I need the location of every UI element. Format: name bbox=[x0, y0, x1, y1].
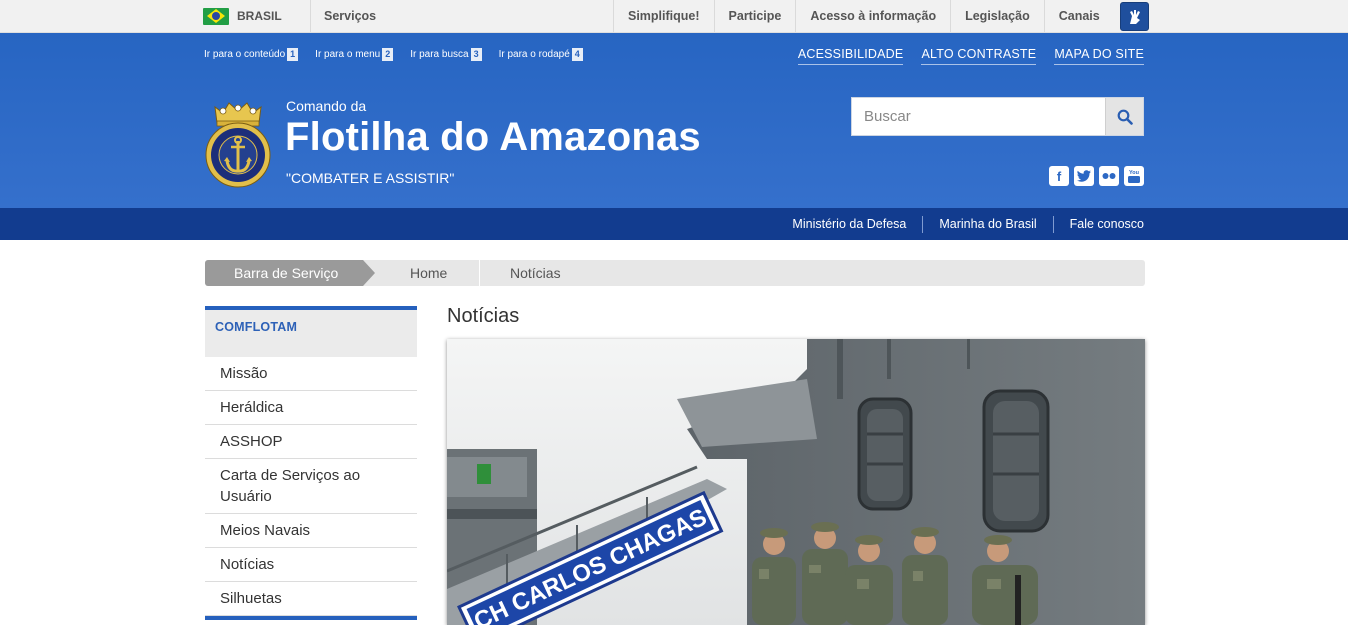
youtube-icon[interactable]: You bbox=[1124, 166, 1144, 186]
top-nav-bar: Ministério da Defesa Marinha do Brasil F… bbox=[0, 208, 1348, 240]
servicos-link[interactable]: Serviços bbox=[324, 0, 376, 32]
gov-link-participe[interactable]: Participe bbox=[713, 0, 796, 32]
skip-link-footer[interactable]: Ir para o rodapé 4 bbox=[499, 48, 583, 61]
skip-link-label: Ir para o menu bbox=[315, 49, 381, 60]
gov-links: Simplifique! Participe Acesso à informaç… bbox=[613, 0, 1348, 32]
twitter-icon[interactable] bbox=[1074, 166, 1094, 186]
accessibility-links: ACESSIBILIDADE ALTO CONTRASTE MAPA DO SI… bbox=[797, 47, 1144, 65]
sidebar-item-noticias[interactable]: Notícias bbox=[205, 548, 417, 582]
vlibras-hand-icon[interactable] bbox=[1120, 2, 1149, 31]
accesskey-badge: 1 bbox=[287, 48, 299, 61]
site-motto: "COMBATER E ASSISTIR" bbox=[286, 170, 455, 186]
search-button[interactable] bbox=[1105, 98, 1143, 135]
nav-marinha-brasil[interactable]: Marinha do Brasil bbox=[922, 215, 1052, 233]
site-pre-title: Comando da bbox=[286, 98, 367, 114]
gov-link-acesso-informacao[interactable]: Acesso à informação bbox=[795, 0, 950, 32]
brazil-flag-icon bbox=[203, 7, 229, 25]
breadcrumb-label: Barra de Serviço bbox=[205, 260, 375, 286]
sidebar-next-section bbox=[205, 616, 417, 620]
search-input[interactable] bbox=[852, 98, 1106, 135]
skip-link-label: Ir para busca bbox=[410, 49, 469, 60]
brasil-link[interactable]: BRASIL bbox=[203, 0, 282, 32]
skip-links: Ir para o conteúdo 1 Ir para o menu 2 Ir p… bbox=[204, 48, 583, 61]
marinha-emblem-logo[interactable] bbox=[205, 99, 271, 191]
gov-link-canais[interactable]: Canais bbox=[1043, 0, 1114, 32]
sidebar-menu: COMFLOTAM Missão Heráldica ASSHOP Carta … bbox=[205, 306, 417, 616]
site-title[interactable]: Flotilha do Amazonas bbox=[285, 115, 701, 160]
site-header: Ir para o conteúdo 1 Ir para o menu 2 Ir p… bbox=[0, 33, 1348, 208]
sidebar-heading[interactable]: COMFLOTAM bbox=[205, 306, 417, 357]
skip-link-menu[interactable]: Ir para o menu 2 bbox=[315, 48, 394, 61]
breadcrumb-divider bbox=[479, 260, 480, 286]
news-photo[interactable]: CH CARLOS CHAGAS bbox=[447, 339, 1145, 625]
acessibilidade-link[interactable]: ACESSIBILIDADE bbox=[797, 47, 904, 65]
sidebar-item-missao[interactable]: Missão bbox=[205, 357, 417, 391]
sidebar-item-silhuetas[interactable]: Silhuetas bbox=[205, 582, 417, 616]
breadcrumb-home[interactable]: Home bbox=[410, 260, 447, 286]
accesskey-badge: 2 bbox=[382, 48, 394, 61]
sidebar-item-heraldica[interactable]: Heráldica bbox=[205, 391, 417, 425]
facebook-icon[interactable]: f bbox=[1049, 166, 1069, 186]
skip-link-label: Ir para o rodapé bbox=[498, 49, 570, 60]
social-links: f You bbox=[1049, 166, 1144, 186]
top-nav-links: Ministério da Defesa Marinha do Brasil F… bbox=[776, 208, 1144, 240]
nav-fale-conosco[interactable]: Fale conosco bbox=[1052, 215, 1144, 233]
gov-link-legislacao[interactable]: Legislação bbox=[950, 0, 1044, 32]
skip-link-label: Ir para o conteúdo bbox=[204, 49, 286, 60]
mapa-do-site-link[interactable]: MAPA DO SITE bbox=[1054, 47, 1144, 65]
sidebar-item-carta-servicos[interactable]: Carta de Serviços ao Usuário bbox=[205, 459, 417, 514]
flickr-icon[interactable] bbox=[1099, 166, 1119, 186]
accesskey-badge: 4 bbox=[571, 48, 583, 61]
svg-text:You: You bbox=[1129, 170, 1139, 176]
nav-ministerio-defesa[interactable]: Ministério da Defesa bbox=[776, 216, 922, 233]
brasil-label: BRASIL bbox=[237, 9, 282, 23]
accesskey-badge: 3 bbox=[470, 48, 482, 61]
alto-contraste-link[interactable]: ALTO CONTRASTE bbox=[921, 47, 1037, 65]
breadcrumb: Barra de Serviço Home Notícias bbox=[205, 260, 1145, 286]
search-form bbox=[851, 97, 1144, 136]
sidebar-item-asshop[interactable]: ASSHOP bbox=[205, 425, 417, 459]
divider bbox=[310, 0, 311, 32]
gov-top-bar: BRASIL Serviços Simplifique! Participe A… bbox=[0, 0, 1348, 33]
skip-link-search[interactable]: Ir para busca 3 bbox=[410, 48, 482, 61]
sidebar-item-meios-navais[interactable]: Meios Navais bbox=[205, 514, 417, 548]
gov-link-simplifique[interactable]: Simplifique! bbox=[613, 0, 714, 32]
page-title: Notícias bbox=[447, 305, 520, 327]
breadcrumb-current: Notícias bbox=[510, 265, 561, 281]
search-icon bbox=[1117, 109, 1133, 125]
skip-link-content[interactable]: Ir para o conteúdo 1 bbox=[204, 48, 299, 61]
